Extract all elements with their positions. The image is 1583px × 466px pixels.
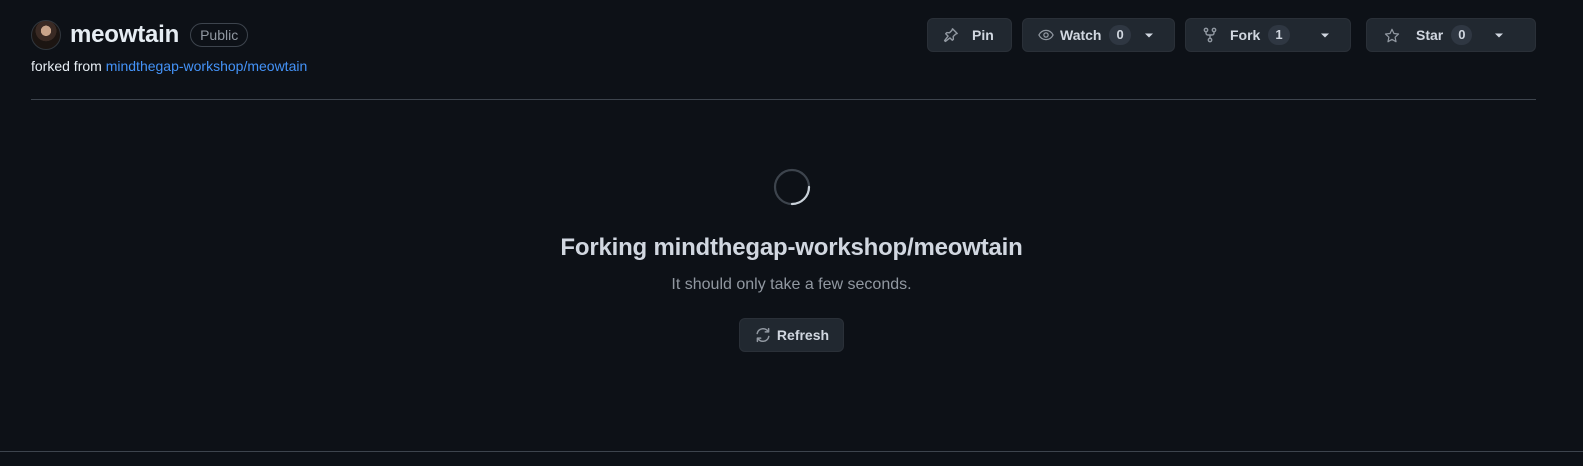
pin-icon: [943, 27, 959, 43]
forked-from-prefix: forked from: [31, 58, 102, 74]
forked-from-line: forked from mindthegap-workshop/meowtain: [31, 58, 307, 74]
repo-actions: Pin Watch 0 Fork 1 Star 0: [927, 18, 1536, 52]
header-divider: [31, 99, 1536, 100]
status-title: Forking mindthegap-workshop/meowtain: [560, 234, 1023, 261]
pin-label: Pin: [972, 27, 994, 43]
pin-button[interactable]: Pin: [927, 18, 1012, 52]
watch-label: Watch: [1060, 27, 1102, 43]
fork-button[interactable]: Fork 1: [1185, 18, 1351, 52]
fork-status: Forking mindthegap-workshop/meowtain It …: [0, 168, 1583, 352]
repo-title-row: meowtain Public: [31, 18, 249, 52]
triangle-down-icon[interactable]: [1491, 27, 1507, 43]
watch-button[interactable]: Watch 0: [1022, 18, 1175, 52]
triangle-down-icon[interactable]: [1141, 27, 1157, 43]
refresh-label: Refresh: [776, 327, 830, 343]
star-icon: [1384, 27, 1400, 43]
repo-forked-icon: [1202, 27, 1218, 43]
footer-divider: [0, 451, 1583, 452]
sync-icon: [754, 326, 772, 344]
repo-name[interactable]: meowtain: [70, 21, 179, 49]
visibility-badge: Public: [190, 23, 249, 47]
repo-header: meowtain Public forked from mindthegap-w…: [31, 18, 1536, 100]
forked-from-link[interactable]: mindthegap-workshop/meowtain: [106, 58, 308, 74]
star-count: 0: [1451, 25, 1473, 45]
triangle-down-icon[interactable]: [1317, 27, 1333, 43]
star-label: Star: [1416, 27, 1444, 43]
loading-spinner-icon: [773, 168, 811, 206]
fork-count: 1: [1268, 25, 1290, 45]
owner-avatar[interactable]: [31, 20, 61, 50]
watch-count: 0: [1109, 25, 1131, 45]
eye-icon: [1038, 27, 1054, 43]
status-subtitle: It should only take a few seconds.: [671, 276, 912, 293]
fork-label: Fork: [1230, 27, 1261, 43]
refresh-button[interactable]: Refresh: [738, 318, 845, 352]
star-button[interactable]: Star 0: [1366, 18, 1536, 52]
